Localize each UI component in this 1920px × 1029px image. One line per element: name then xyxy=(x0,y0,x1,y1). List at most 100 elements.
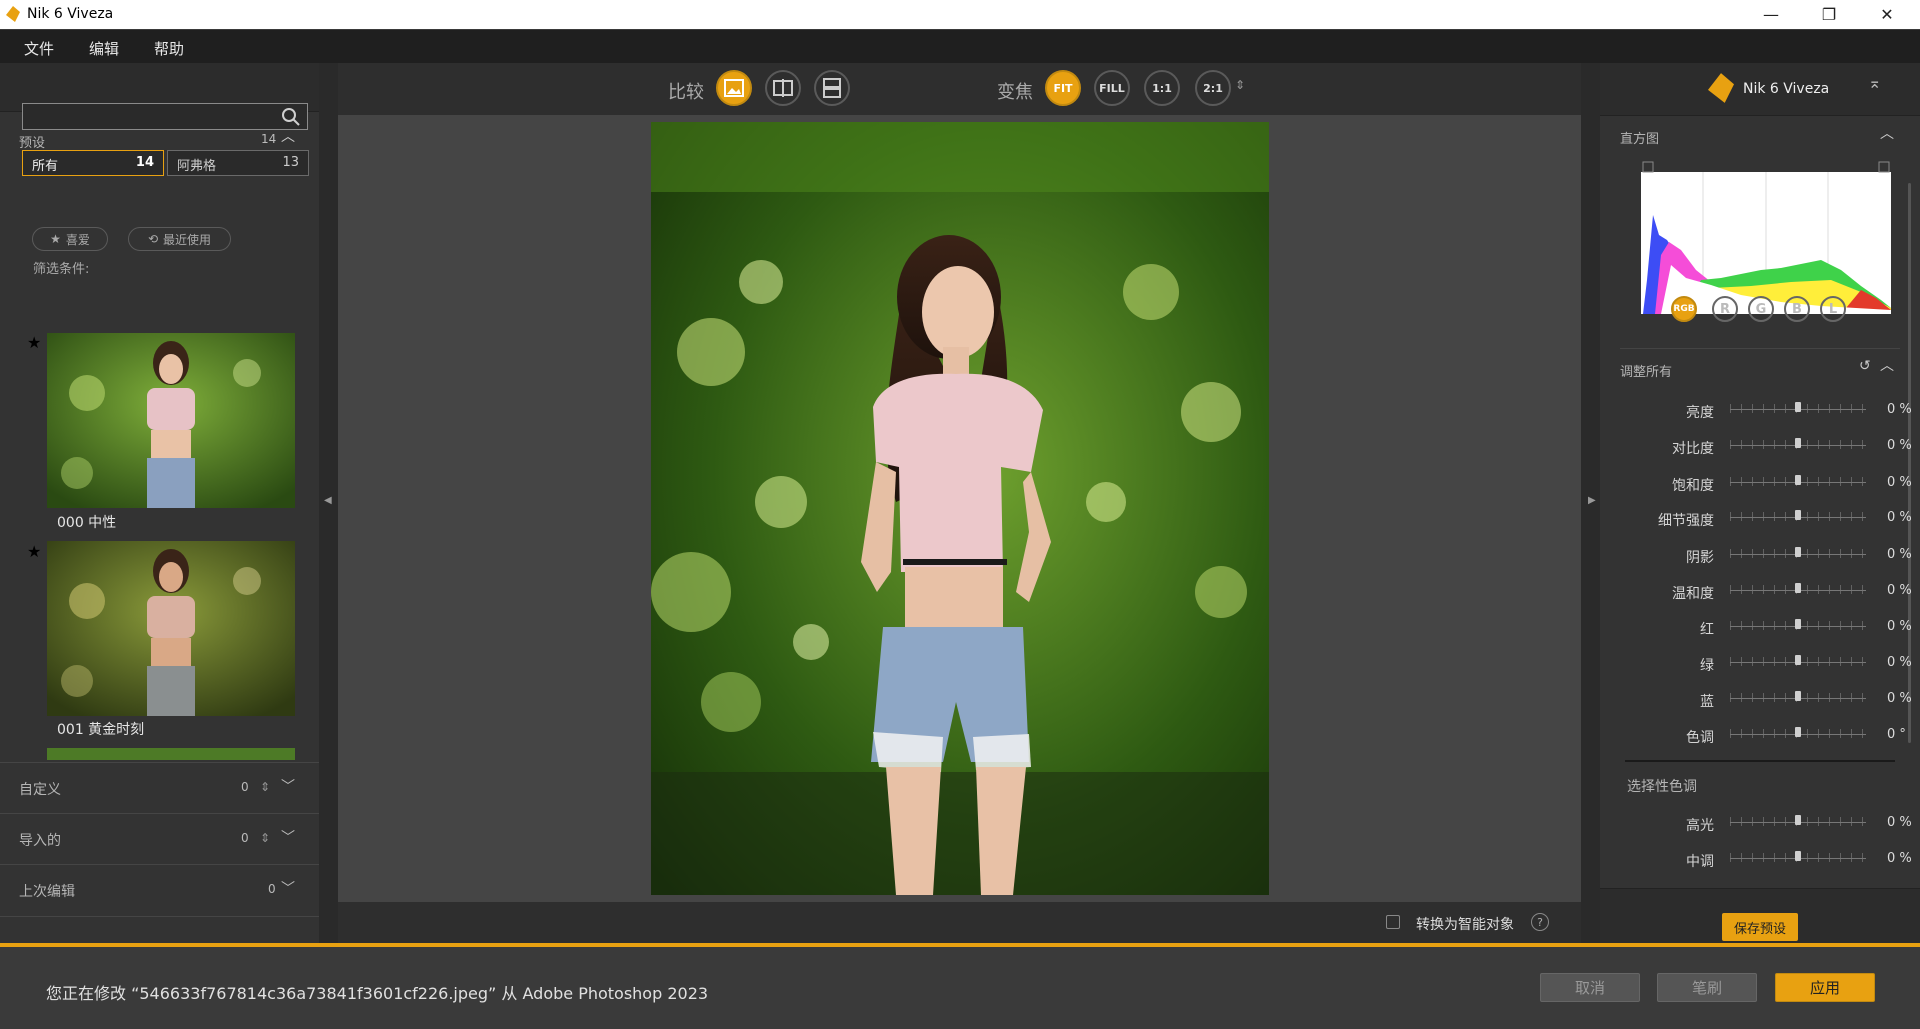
slider-brightness[interactable]: 亮度 0 % xyxy=(1600,392,1920,428)
tab-afgo[interactable]: 阿弗格 13 xyxy=(167,150,309,176)
slider-knob[interactable] xyxy=(1795,547,1801,557)
zoom-1to1-button[interactable]: 1:1 xyxy=(1144,70,1180,106)
menu-file[interactable]: 文件 xyxy=(24,38,54,59)
slider-knob[interactable] xyxy=(1795,619,1801,629)
slider-knob[interactable] xyxy=(1795,475,1801,485)
slider-knob[interactable] xyxy=(1795,815,1801,825)
smart-object-checkbox[interactable] xyxy=(1386,915,1400,929)
preset-thumbnail-002-partial[interactable] xyxy=(47,748,295,760)
chip-favorites-label: 喜爱 xyxy=(65,232,90,247)
app-logo-icon xyxy=(6,6,20,22)
slider-warmth[interactable]: 温和度 0 % xyxy=(1600,573,1920,609)
minimize-button[interactable]: — xyxy=(1748,0,1794,29)
search-icon[interactable] xyxy=(281,107,301,127)
preview-photo[interactable] xyxy=(651,122,1269,895)
tab-all[interactable]: 所有 14 xyxy=(22,150,164,176)
collapse-adjust-icon[interactable]: ︿ xyxy=(1880,355,1894,375)
cancel-button[interactable]: 取消 xyxy=(1540,973,1640,1002)
tab-all-count: 14 xyxy=(135,155,154,170)
preview-footer: 转换为智能对象 ? xyxy=(338,902,1581,943)
preset-image xyxy=(47,541,295,716)
zoom-fill-button[interactable]: FILL xyxy=(1094,70,1130,106)
slider-value: 0 % xyxy=(1887,691,1912,706)
slider-knob[interactable] xyxy=(1795,583,1801,593)
slider-value: 0 % xyxy=(1887,583,1912,598)
preview-canvas[interactable] xyxy=(338,115,1581,902)
preset-search-input[interactable] xyxy=(22,103,308,130)
channel-b-button[interactable]: B xyxy=(1784,296,1810,322)
menu-edit[interactable]: 编辑 xyxy=(89,38,119,59)
slider-label: 中调 xyxy=(1686,854,1714,870)
slider-midtones[interactable]: 中调 0 % xyxy=(1600,841,1920,877)
slider-red[interactable]: 红 0 % xyxy=(1600,609,1920,645)
slider-knob[interactable] xyxy=(1795,510,1801,520)
zoom-stepper-icon[interactable]: ⇕ xyxy=(1235,78,1245,92)
side-by-side-icon xyxy=(823,78,841,98)
save-preset-button[interactable]: 保存预设 xyxy=(1722,913,1798,941)
channel-rgb-button[interactable]: RGB xyxy=(1671,296,1697,322)
slider-knob[interactable] xyxy=(1795,691,1801,701)
expand-icon[interactable]: ﹀ xyxy=(281,776,295,796)
brush-button[interactable]: 笔刷 xyxy=(1657,973,1757,1002)
restore-icon: ❐ xyxy=(1821,5,1837,24)
collapse-left-icon[interactable]: ◀ xyxy=(324,495,332,506)
chip-favorites[interactable]: ★ 喜爱 xyxy=(32,227,108,251)
section-imported-label: 导入的 xyxy=(19,833,61,849)
slider-knob[interactable] xyxy=(1795,438,1801,448)
section-last-edit[interactable]: 上次编辑 0 ﹀ xyxy=(0,864,319,917)
channel-l-button[interactable]: L xyxy=(1820,296,1846,322)
slider-knob[interactable] xyxy=(1795,655,1801,665)
restore-button[interactable]: ❐ xyxy=(1806,0,1852,29)
minimize-icon: — xyxy=(1763,5,1779,24)
slider-value: 0 % xyxy=(1887,402,1912,417)
section-custom[interactable]: 自定义 0 ⇕ ﹀ xyxy=(0,762,319,814)
reset-icon[interactable]: ↺ xyxy=(1859,358,1871,374)
slider-detail[interactable]: 细节强度 0 % xyxy=(1600,500,1920,536)
close-button[interactable]: ✕ xyxy=(1864,0,1910,29)
expand-icon[interactable]: ﹀ xyxy=(281,878,295,898)
slider-green[interactable]: 绿 0 % xyxy=(1600,645,1920,681)
expand-icon[interactable]: ﹀ xyxy=(281,827,295,847)
slider-hue[interactable]: 色调 0 ° xyxy=(1600,717,1920,753)
slider-knob[interactable] xyxy=(1795,727,1801,737)
sort-icon[interactable]: ⇕ xyxy=(260,780,270,794)
preset-thumbnail-001[interactable] xyxy=(47,541,295,716)
slider-shadows[interactable]: 阴影 0 % xyxy=(1600,537,1920,573)
zoom-fit-button[interactable]: FIT xyxy=(1045,70,1081,106)
collapse-all-icon[interactable]: ⌅ xyxy=(1868,73,1881,92)
apply-button[interactable]: 应用 xyxy=(1775,973,1875,1002)
slider-highlights[interactable]: 高光 0 % xyxy=(1600,805,1920,841)
preset-thumbnail-000[interactable] xyxy=(47,333,295,508)
collapse-right-icon[interactable]: ▶ xyxy=(1588,495,1596,506)
favorite-star-icon[interactable]: ★ xyxy=(27,542,41,561)
menu-help[interactable]: 帮助 xyxy=(154,38,184,59)
right-panel-toggle[interactable]: ▶ xyxy=(1581,63,1600,943)
left-panel-toggle[interactable]: ◀ xyxy=(319,63,338,943)
slider-label: 细节强度 xyxy=(1658,513,1714,529)
split-view-button[interactable] xyxy=(765,70,801,106)
slider-knob[interactable] xyxy=(1795,851,1801,861)
tab-all-label: 所有 xyxy=(32,159,59,174)
slider-value: 0 % xyxy=(1887,815,1912,830)
section-imported[interactable]: 导入的 0 ⇕ ﹀ xyxy=(0,813,319,865)
preset-caption-000: 000 中性 xyxy=(57,515,117,531)
chip-recent[interactable]: ⟲ 最近使用 xyxy=(128,227,231,251)
channel-g-button[interactable]: G xyxy=(1748,296,1774,322)
single-view-button[interactable] xyxy=(716,70,752,106)
slider-label: 饱和度 xyxy=(1672,478,1714,494)
slider-saturation[interactable]: 饱和度 0 % xyxy=(1600,465,1920,501)
sort-icon[interactable]: ⇕ xyxy=(260,831,270,845)
slider-label: 色调 xyxy=(1686,730,1714,746)
slider-knob[interactable] xyxy=(1795,402,1801,412)
collapse-histogram-icon[interactable]: ︿ xyxy=(1880,123,1894,143)
slider-contrast[interactable]: 对比度 0 % xyxy=(1600,428,1920,464)
side-by-side-button[interactable] xyxy=(814,70,850,106)
nik-logo-icon xyxy=(1708,73,1734,103)
help-icon[interactable]: ? xyxy=(1531,913,1549,931)
favorite-star-icon[interactable]: ★ xyxy=(27,333,41,352)
preset-image xyxy=(47,333,295,508)
slider-blue[interactable]: 蓝 0 % xyxy=(1600,681,1920,717)
channel-r-button[interactable]: R xyxy=(1712,296,1738,322)
zoom-2to1-button[interactable]: 2:1 xyxy=(1195,70,1231,106)
window-title: Nik 6 Viveza xyxy=(27,6,114,22)
